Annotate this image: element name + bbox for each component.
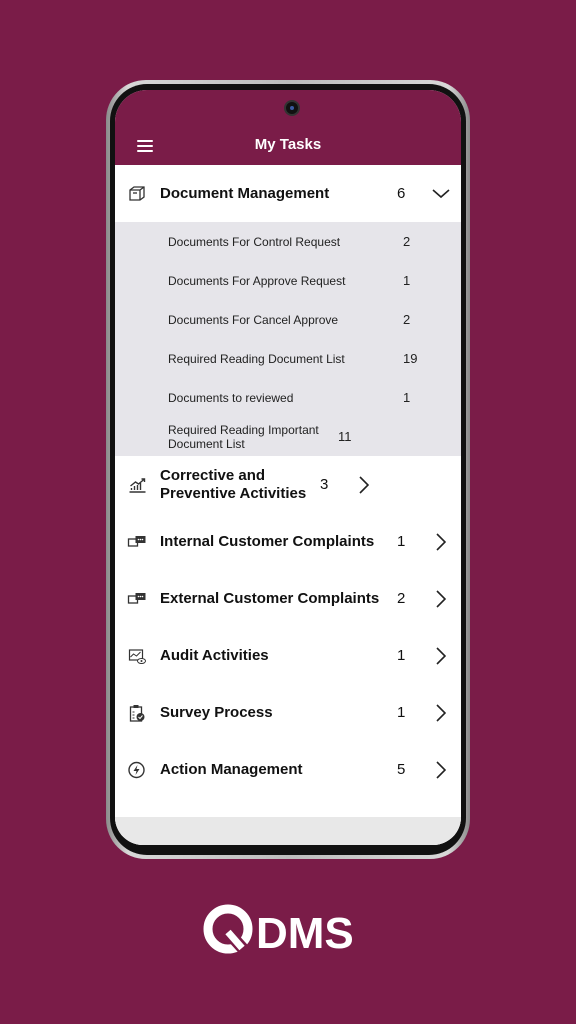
submenu-item-count: 2	[403, 234, 411, 249]
chart-growth-icon	[127, 475, 147, 495]
submenu-item[interactable]: Documents For Control Request 2	[115, 222, 461, 261]
phone-bezel: My Tasks Document Management 6 Documents…	[110, 84, 466, 855]
svg-text:DMS: DMS	[256, 909, 354, 958]
submenu-item-label: Documents to reviewed	[168, 390, 294, 405]
module-item[interactable]: Survey Process 1	[115, 684, 461, 741]
module-label: Internal Customer Complaints	[160, 532, 375, 550]
module-item[interactable]: External Customer Complaints 2	[115, 570, 461, 627]
submenu-item-count: 1	[403, 390, 411, 405]
submenu-item[interactable]: Required Reading Document List 19	[115, 339, 461, 378]
box-icon	[127, 184, 147, 204]
module-count: 2	[397, 590, 406, 607]
module-item[interactable]: Audit Activities 1	[115, 627, 461, 684]
chevron-right-icon[interactable]	[350, 475, 378, 494]
chat-bubbles-icon	[127, 589, 147, 609]
app-screen: My Tasks Document Management 6 Documents…	[115, 90, 461, 845]
chevron-right-icon[interactable]	[427, 589, 455, 608]
task-list: Document Management 6 Documents For Cont…	[115, 165, 461, 845]
chevron-right-icon[interactable]	[427, 703, 455, 722]
module-document-management[interactable]: Document Management 6	[115, 165, 461, 222]
module-count: 1	[397, 647, 406, 664]
module-label: Corrective and Preventive Activities	[160, 466, 307, 502]
chevron-right-icon[interactable]	[427, 646, 455, 665]
module-label: External Customer Complaints	[160, 589, 380, 607]
module-count: 3	[320, 476, 329, 493]
module-label: Action Management	[160, 760, 303, 778]
submenu-item[interactable]: Documents to reviewed 1	[115, 378, 461, 417]
submenu-item-count: 19	[403, 351, 418, 366]
camera	[284, 100, 300, 116]
phone-frame: My Tasks Document Management 6 Documents…	[106, 80, 470, 859]
chevron-right-icon[interactable]	[427, 760, 455, 779]
qdms-logo: DMS	[200, 900, 380, 965]
chevron-down-icon[interactable]	[427, 188, 455, 199]
module-count: 1	[397, 704, 406, 721]
module-label: Survey Process	[160, 703, 273, 721]
module-item[interactable]: Action Management 5	[115, 741, 461, 798]
submenu-item-label: Required Reading Important Document List	[168, 422, 319, 451]
clipboard-check-icon	[127, 703, 147, 723]
module-item[interactable]: Internal Customer Complaints 1	[115, 513, 461, 570]
submenu-item-label: Documents For Control Request	[168, 234, 341, 249]
submenu-item[interactable]: Documents For Cancel Approve 2	[115, 300, 461, 339]
chevron-right-icon[interactable]	[427, 532, 455, 551]
app-header: My Tasks	[115, 90, 461, 165]
submenu-item[interactable]: Required Reading Important Document List…	[115, 417, 461, 456]
submenu-item-count: 1	[403, 273, 411, 288]
submenu-item-label: Documents For Approve Request	[168, 273, 346, 288]
module-count: 1	[397, 533, 406, 550]
submenu-item-label: Required Reading Document List	[168, 351, 345, 366]
document-management-submenu: Documents For Control Request 2 Documents …	[115, 222, 461, 456]
chat-bubbles-icon	[127, 532, 147, 552]
submenu-item-label: Documents For Cancel Approve	[168, 312, 339, 327]
bottom-bar	[115, 817, 461, 845]
module-item[interactable]: Corrective and Preventive Activities 3	[115, 456, 461, 513]
page-title: My Tasks	[254, 136, 322, 153]
submenu-item[interactable]: Documents For Approve Request 1	[115, 261, 461, 300]
submenu-item-count: 11	[338, 429, 352, 444]
module-count: 5	[397, 761, 406, 778]
module-label: Audit Activities	[160, 646, 269, 664]
lightning-circle-icon	[127, 760, 147, 780]
submenu-item-count: 2	[403, 312, 411, 327]
audit-eye-icon	[127, 646, 147, 666]
